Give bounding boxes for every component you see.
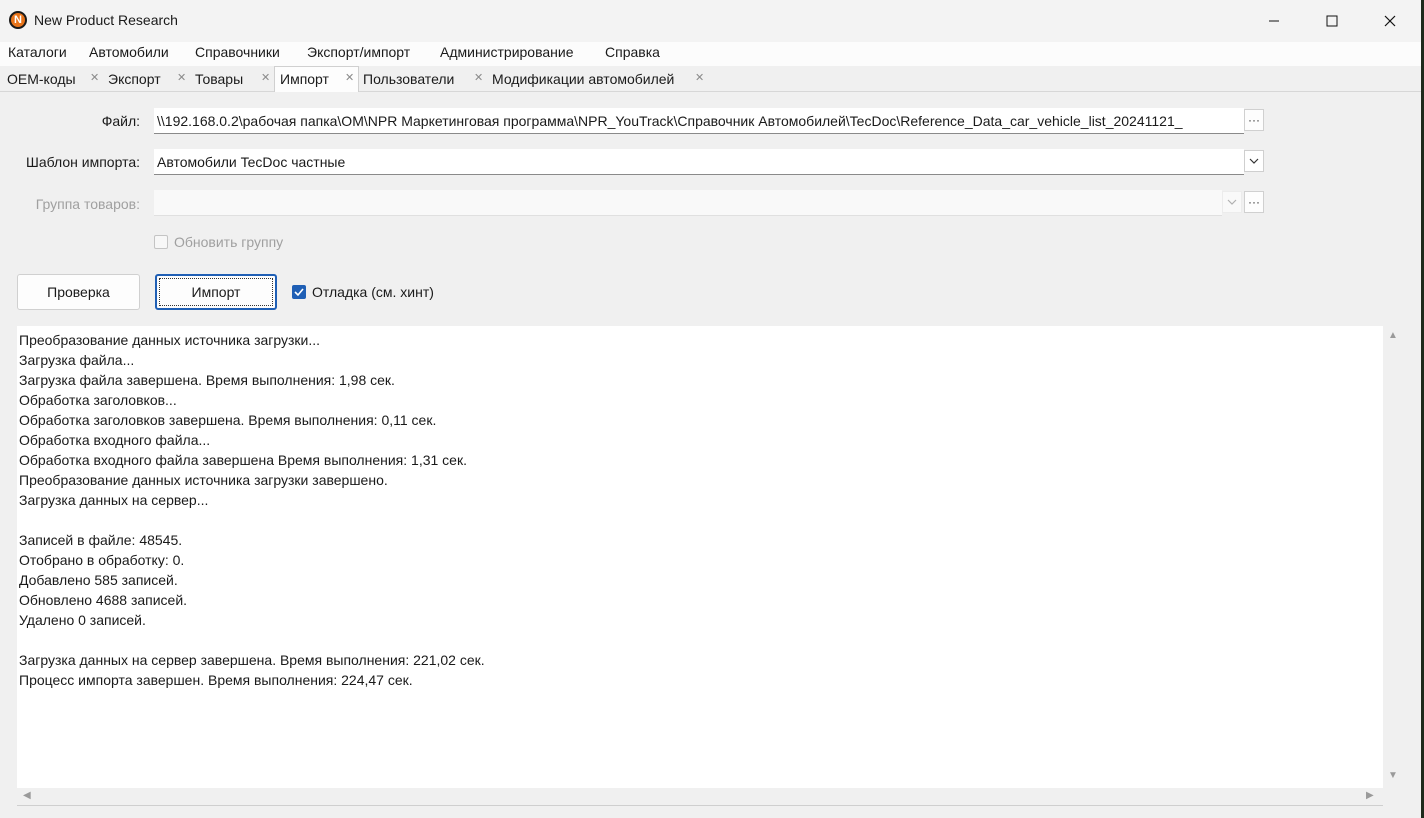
window-title: New Product Research [34,12,178,28]
log-line: Обработка заголовков... [19,392,177,408]
tab-products[interactable]: Товары [195,68,243,92]
check-button-label: Проверка [47,284,110,300]
tab-label: Модификации автомобилей [492,71,675,87]
product-group-dropdown-button [1222,191,1242,213]
log-lines: Преобразование данных источника загрузки… [19,330,485,690]
update-group-checkbox [154,235,168,249]
browse-file-button[interactable]: ··· [1244,109,1264,131]
import-panel: Файл: \\192.168.0.2\рабочая папка\OM\NPR… [3,92,1419,816]
log-line: Удалено 0 записей. [19,612,146,628]
scroll-up-icon[interactable]: ▲ [1388,330,1398,341]
check-button[interactable]: Проверка [17,274,140,310]
tab-close-icon[interactable]: ✕ [474,71,483,84]
tab-close-icon[interactable]: ✕ [177,71,186,84]
import-log[interactable]: Преобразование данных источника загрузки… [17,326,1383,788]
log-line: Загрузка файла завершена. Время выполнен… [19,372,395,388]
product-group-browse-button[interactable]: ··· [1244,191,1264,213]
tab-close-icon[interactable]: ✕ [695,71,704,84]
log-line: Преобразование данных источника загрузки… [19,472,388,488]
debug-checkbox[interactable] [292,285,306,299]
debug-label: Отладка (см. хинт) [312,284,434,300]
close-icon [1384,15,1396,27]
tab-export[interactable]: Экспорт [108,68,161,92]
ellipsis-icon: ··· [1248,195,1260,209]
checkmark-icon [294,288,304,297]
horizontal-scrollbar[interactable]: ◀ ▶ [17,788,1383,806]
close-button[interactable] [1361,0,1419,42]
log-line: Преобразование данных источника загрузки… [19,332,321,348]
maximize-icon [1326,15,1338,27]
menu-cars[interactable]: Автомобили [89,44,169,60]
tab-close-icon[interactable]: ✕ [261,71,270,84]
log-line: Обновлено 4688 записей. [19,592,188,608]
vertical-scrollbar[interactable]: ▲ ▼ [1383,326,1403,788]
tab-close-icon[interactable]: ✕ [90,71,99,84]
log-line: Загрузка данных на сервер... [19,492,209,508]
import-button-label: Импорт [191,284,241,300]
tab-users[interactable]: Пользователи [363,68,454,92]
maximize-button[interactable] [1303,0,1361,42]
log-line: Загрузка файла... [19,352,135,368]
title-bar: N New Product Research [0,0,1421,42]
app-logo-icon: N [9,11,27,29]
scroll-down-icon[interactable]: ▼ [1388,770,1398,781]
tab-label: OEM-коды [7,71,76,87]
menu-catalogs[interactable]: Каталоги [8,44,67,60]
log-line: Добавлено 585 записей. [19,572,178,588]
tab-label: Пользователи [363,71,455,87]
log-line: Обработка заголовков завершена. Время вы… [19,412,437,428]
scroll-right-icon[interactable]: ▶ [1366,790,1374,801]
menu-bar: Каталоги Автомобили Справочники Экспорт/… [0,42,1421,66]
chevron-down-icon [1227,199,1237,205]
tab-label: Экспорт [108,71,161,87]
tab-car-modifications[interactable]: Модификации автомобилей [492,68,674,92]
minimize-button[interactable] [1245,0,1303,42]
log-line: Загрузка данных на сервер завершена. Вре… [19,652,485,668]
template-select[interactable]: Автомобили TecDoc частные [154,149,1244,175]
template-dropdown-button[interactable] [1244,150,1264,172]
chevron-down-icon [1249,158,1259,164]
update-group-label: Обновить группу [174,234,284,250]
scroll-left-icon[interactable]: ◀ [23,790,31,801]
import-button[interactable]: Импорт [155,274,277,310]
menu-help[interactable]: Справка [605,44,660,60]
log-line: Обработка входного файла... [19,432,211,448]
template-label: Шаблон импорта: [26,154,140,170]
minimize-icon [1269,20,1279,22]
tab-bar: OEM-коды ✕ Экспорт ✕ Товары ✕ Импорт ✕ П… [0,66,1421,92]
menu-export-import[interactable]: Экспорт/импорт [307,44,410,60]
log-line: Процесс импорта завершен. Время выполнен… [19,672,413,688]
product-group-label: Группа товаров: [35,196,140,212]
tab-label: Импорт [280,71,329,87]
tab-close-icon[interactable]: ✕ [345,71,354,84]
log-line: Обработка входного файла завершена Время… [19,452,467,468]
log-line: Записей в файле: 48545. [19,532,183,548]
log-line: Отобрано в обработку: 0. [19,552,185,568]
ellipsis-icon: ··· [1248,113,1260,127]
file-label: Файл: [101,113,140,129]
tab-oem-codes[interactable]: OEM-коды [7,68,76,92]
tab-label: Товары [195,71,244,87]
file-path-field[interactable]: \\192.168.0.2\рабочая папка\OM\NPR Марке… [154,108,1244,134]
app-window: N New Product Research Каталоги Автомоби… [0,0,1421,818]
menu-references[interactable]: Справочники [195,44,280,60]
menu-administration[interactable]: Администрирование [440,44,574,60]
product-group-field [154,190,1222,216]
